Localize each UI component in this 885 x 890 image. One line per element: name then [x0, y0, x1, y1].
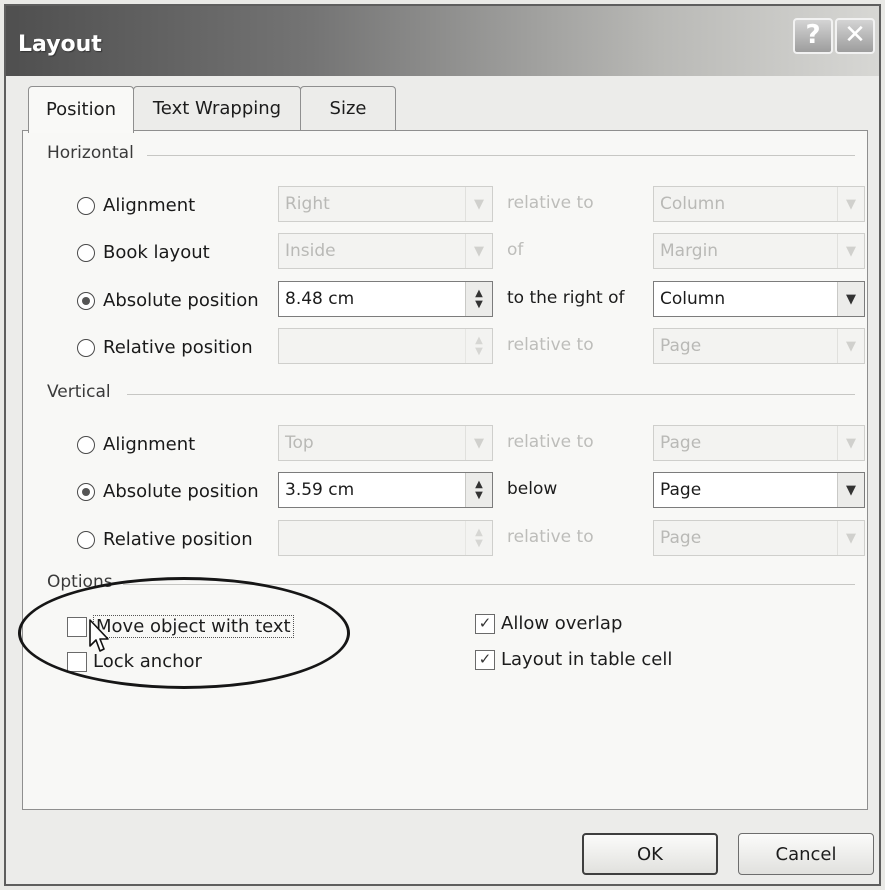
horizontal-absolute-position-radio[interactable]: Absolute position	[77, 290, 259, 311]
horizontal-alignment-label: Alignment	[103, 195, 196, 216]
tab-size[interactable]: Size	[300, 86, 396, 130]
book-layout-radio[interactable]: Book layout	[77, 242, 210, 263]
close-button[interactable]: ✕	[835, 18, 875, 54]
vertical-absolute-position-input[interactable]: 3.59 cm ▲ ▼	[278, 472, 493, 508]
radio-button[interactable]	[77, 243, 95, 262]
horizontal-absolute-relation: to the right of	[507, 288, 625, 308]
horizontal-alignment-target: Column	[660, 194, 726, 214]
horizontal-relative-relation: relative to	[507, 335, 594, 355]
book-layout-target-select[interactable]: Margin ▼	[653, 233, 865, 269]
chevron-down-icon[interactable]: ▼	[837, 473, 864, 507]
chevron-down-icon[interactable]: ▼	[465, 426, 492, 460]
position-panel: Horizontal Alignment Right ▼ relative to…	[22, 130, 868, 810]
vertical-absolute-target: Page	[660, 480, 702, 500]
layout-dialog: Layout ? ✕ Position Text Wrapping Size H…	[4, 4, 881, 886]
horizontal-alignment-radio[interactable]: Alignment	[77, 195, 195, 216]
horizontal-alignment-target-select[interactable]: Column ▼	[653, 186, 865, 222]
horizontal-alignment-select[interactable]: Right ▼	[278, 186, 493, 222]
radio-button[interactable]	[77, 338, 95, 357]
horizontal-absolute-target-select[interactable]: Column ▼	[653, 281, 865, 317]
vertical-alignment-label: Alignment	[103, 434, 196, 455]
book-layout-select[interactable]: Inside ▼	[278, 233, 493, 269]
horizontal-alignment-value: Right	[285, 194, 330, 214]
vertical-relative-target-select[interactable]: Page ▼	[653, 520, 865, 556]
spinner-arrows-icon[interactable]: ▲ ▼	[465, 473, 492, 507]
spinner-arrows-icon[interactable]: ▲ ▼	[465, 282, 492, 316]
book-layout-relation: of	[507, 240, 524, 260]
layout-in-table-cell-checkbox[interactable]: ✓ Layout in table cell	[475, 649, 672, 670]
horizontal-divider	[147, 155, 855, 156]
tab-position[interactable]: Position	[28, 86, 134, 133]
chevron-down-icon[interactable]: ▼	[837, 521, 864, 555]
radio-button-selected[interactable]	[77, 291, 95, 310]
vertical-relative-position-radio[interactable]: Relative position	[77, 529, 253, 550]
radio-button[interactable]	[77, 530, 95, 549]
radio-button[interactable]	[77, 196, 95, 215]
vertical-absolute-position-value: 3.59 cm	[285, 480, 355, 500]
spinner-arrows-icon[interactable]: ▲ ▼	[465, 521, 492, 555]
horizontal-relative-position-label: Relative position	[103, 337, 253, 358]
horizontal-alignment-relation: relative to	[507, 193, 594, 213]
book-layout-value: Inside	[285, 241, 336, 261]
vertical-alignment-target: Page	[660, 433, 702, 453]
horizontal-absolute-position-value: 8.48 cm	[285, 289, 355, 309]
mouse-pointer-icon	[89, 619, 109, 652]
layout-in-table-cell-label: Layout in table cell	[501, 649, 673, 670]
horizontal-relative-position-radio[interactable]: Relative position	[77, 337, 253, 358]
vertical-alignment-value: Top	[285, 433, 314, 453]
chevron-down-icon[interactable]: ▼	[837, 234, 864, 268]
vertical-section-label: Vertical	[47, 382, 111, 402]
cancel-button[interactable]: Cancel	[738, 833, 874, 875]
vertical-absolute-relation: below	[507, 479, 558, 499]
horizontal-absolute-target: Column	[660, 289, 726, 309]
help-button[interactable]: ?	[793, 18, 833, 54]
tab-size-label: Size	[329, 97, 367, 119]
tab-text-wrapping-label: Text Wrapping	[152, 97, 282, 119]
vertical-alignment-select[interactable]: Top ▼	[278, 425, 493, 461]
chevron-down-icon[interactable]: ▼	[837, 426, 864, 460]
checkmark-icon[interactable]: ✓	[475, 613, 495, 634]
chevron-down-icon[interactable]: ▼	[837, 187, 864, 221]
vertical-relative-relation: relative to	[507, 527, 594, 547]
book-layout-label: Book layout	[103, 242, 210, 263]
horizontal-section-label: Horizontal	[47, 143, 134, 163]
allow-overlap-checkbox[interactable]: ✓ Allow overlap	[475, 613, 622, 634]
tab-text-wrapping[interactable]: Text Wrapping	[133, 86, 301, 130]
checkmark-icon[interactable]: ✓	[475, 649, 495, 670]
radio-button-selected[interactable]	[77, 482, 95, 501]
vertical-absolute-position-radio[interactable]: Absolute position	[77, 481, 259, 502]
tab-position-label: Position	[45, 99, 117, 120]
dialog-title: Layout	[18, 32, 102, 57]
vertical-divider	[127, 394, 855, 395]
vertical-absolute-position-label: Absolute position	[103, 481, 259, 502]
chevron-down-icon[interactable]: ▼	[837, 329, 864, 363]
vertical-alignment-target-select[interactable]: Page ▼	[653, 425, 865, 461]
title-bar[interactable]: Layout ? ✕	[6, 6, 879, 76]
chevron-down-icon[interactable]: ▼	[465, 234, 492, 268]
vertical-relative-target: Page	[660, 528, 702, 548]
vertical-alignment-relation: relative to	[507, 432, 594, 452]
horizontal-relative-target-select[interactable]: Page ▼	[653, 328, 865, 364]
horizontal-relative-target: Page	[660, 336, 702, 356]
horizontal-absolute-position-input[interactable]: 8.48 cm ▲ ▼	[278, 281, 493, 317]
highlight-ellipse	[18, 577, 350, 689]
vertical-relative-position-input[interactable]: ▲ ▼	[278, 520, 493, 556]
vertical-alignment-radio[interactable]: Alignment	[77, 434, 195, 455]
ok-button[interactable]: OK	[582, 833, 718, 875]
chevron-down-icon[interactable]: ▼	[465, 187, 492, 221]
horizontal-relative-position-input[interactable]: ▲ ▼	[278, 328, 493, 364]
vertical-absolute-target-select[interactable]: Page ▼	[653, 472, 865, 508]
vertical-relative-position-label: Relative position	[103, 529, 253, 550]
horizontal-absolute-position-label: Absolute position	[103, 290, 259, 311]
spinner-arrows-icon[interactable]: ▲ ▼	[465, 329, 492, 363]
dialog-client: Position Text Wrapping Size Horizontal A…	[6, 76, 879, 884]
allow-overlap-label: Allow overlap	[501, 613, 623, 634]
radio-button[interactable]	[77, 435, 95, 454]
chevron-down-icon[interactable]: ▼	[837, 282, 864, 316]
book-layout-target: Margin	[660, 241, 719, 261]
